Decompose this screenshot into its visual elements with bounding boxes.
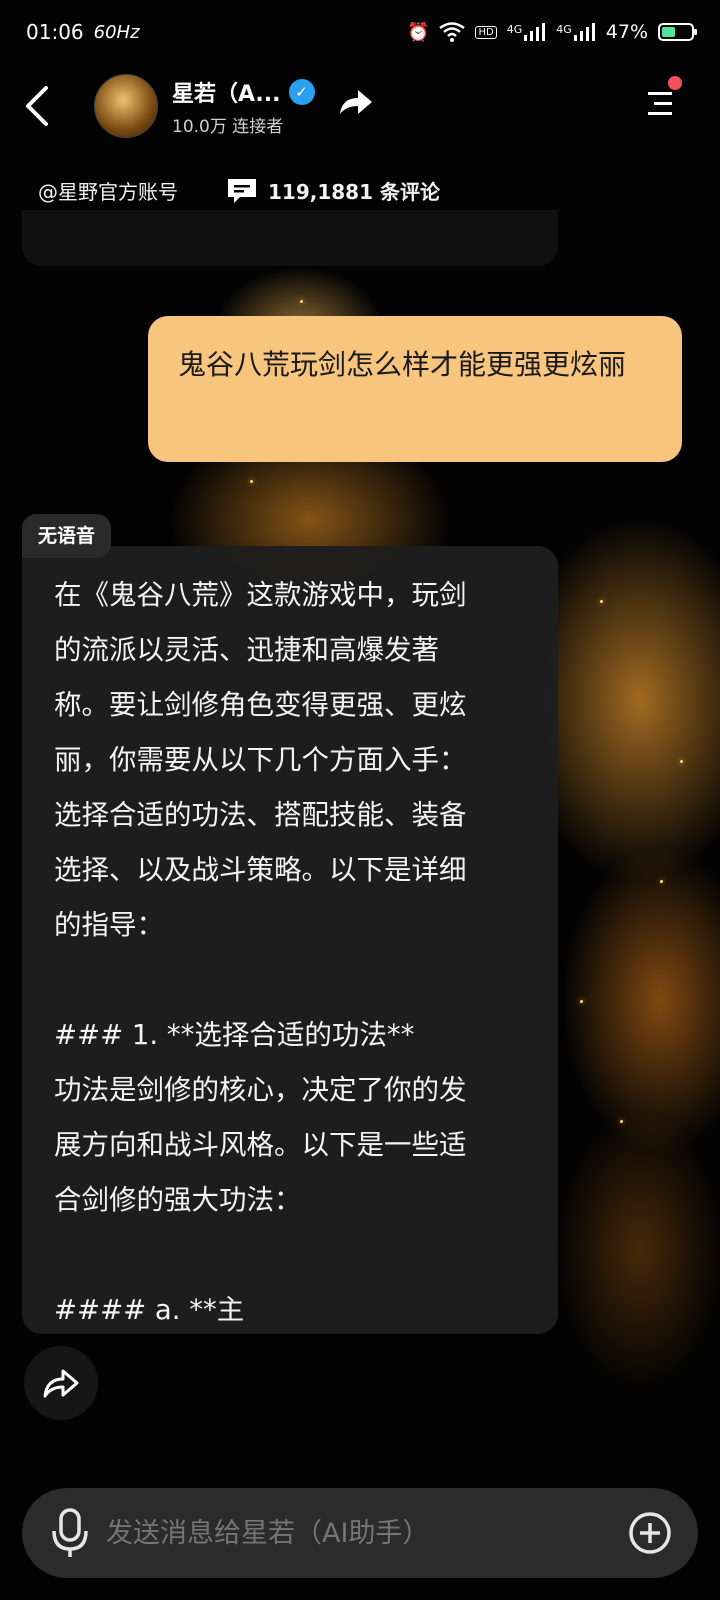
battery-percent: 47% bbox=[605, 21, 648, 43]
alarm-icon: ⏰ bbox=[407, 21, 430, 43]
ai-message-line: 的指导： bbox=[54, 909, 164, 941]
signal-icon bbox=[573, 23, 595, 41]
user-message-bubble[interactable]: 鬼谷八荒玩剑怎么样才能更强更炫丽 bbox=[148, 316, 682, 462]
user-message-text: 鬼谷八荒玩剑怎么样才能更强更炫丽 bbox=[178, 348, 627, 381]
official-account-link[interactable]: @星野官方账号 bbox=[38, 176, 178, 205]
forward-button[interactable] bbox=[24, 1346, 98, 1420]
comment-count: 119,1881 条评论 bbox=[268, 180, 440, 204]
ai-message-line: 合剑修的强大功法： bbox=[54, 1184, 302, 1216]
hd-icon: HD bbox=[475, 25, 497, 39]
refresh-rate: 60Hz bbox=[93, 21, 140, 43]
ai-message-line: ### 1. **选择合适的功法** bbox=[54, 1019, 415, 1051]
signal-2: 4G bbox=[556, 23, 596, 41]
comments-link[interactable]: 119,1881 条评论 bbox=[226, 176, 440, 205]
forward-arrow-icon bbox=[43, 1369, 79, 1398]
notification-dot bbox=[668, 76, 682, 90]
avatar[interactable] bbox=[94, 74, 158, 138]
ai-message-line: 在《鬼谷八荒》这款游戏中，玩剑 bbox=[54, 579, 467, 611]
signal-1: 4G bbox=[507, 23, 547, 41]
plus-icon[interactable] bbox=[628, 1511, 672, 1555]
no-voice-tag: 无语音 bbox=[22, 514, 112, 558]
ai-message-bubble[interactable]: 在《鬼谷八荒》这款游戏中，玩剑 的流派以灵活、迅捷和高爆发著 称。要让剑修角色变… bbox=[22, 546, 558, 1334]
ai-message-line: 选择、以及战斗策略。以下是详细 bbox=[54, 854, 467, 886]
battery-icon bbox=[658, 23, 697, 41]
ai-message-line: 选择合适的功法、搭配技能、装备 bbox=[54, 799, 467, 831]
ai-message-line: 的流派以灵活、迅捷和高爆发著 bbox=[54, 634, 439, 666]
wifi-icon bbox=[439, 22, 466, 42]
message-input[interactable] bbox=[104, 1516, 628, 1550]
message-input-bar bbox=[22, 1488, 698, 1578]
ai-message-line: 丽，你需要从以下几个方面入手： bbox=[54, 744, 467, 776]
ai-message-line: 展方向和战斗风格。以下是一些适 bbox=[54, 1129, 467, 1161]
status-bar: 01:06 60Hz ⏰ HD 4G 4G 47% bbox=[0, 0, 720, 64]
connector-count: 10.0万 连接者 bbox=[172, 117, 284, 137]
ai-message-line: 功法是剑修的核心，决定了你的发 bbox=[54, 1074, 467, 1106]
ai-message-line: 称。要让剑修角色变得更强、更炫 bbox=[54, 689, 467, 721]
profile-name: 星若（A... bbox=[172, 82, 281, 107]
signal-icon bbox=[524, 23, 546, 41]
previous-message-bubble bbox=[22, 210, 558, 266]
chat-header: 星若（A... ✓ 10.0万 连接者 bbox=[0, 64, 720, 152]
profile-name-row[interactable]: 星若（A... ✓ bbox=[172, 76, 315, 108]
ai-message-line bbox=[54, 953, 526, 1008]
comment-icon bbox=[228, 178, 256, 203]
info-bar: @星野官方账号 119,1881 条评论 bbox=[38, 176, 440, 205]
microphone-icon[interactable] bbox=[50, 1507, 90, 1559]
share-arrow-icon[interactable] bbox=[338, 86, 374, 118]
back-arrow-icon[interactable] bbox=[20, 82, 60, 130]
ai-message-line: #### a. **主 bbox=[54, 1294, 245, 1326]
verified-badge-icon: ✓ bbox=[288, 79, 315, 105]
menu-icon[interactable] bbox=[644, 90, 676, 118]
ai-message-line bbox=[54, 1228, 526, 1283]
status-time: 01:06 bbox=[26, 20, 84, 44]
